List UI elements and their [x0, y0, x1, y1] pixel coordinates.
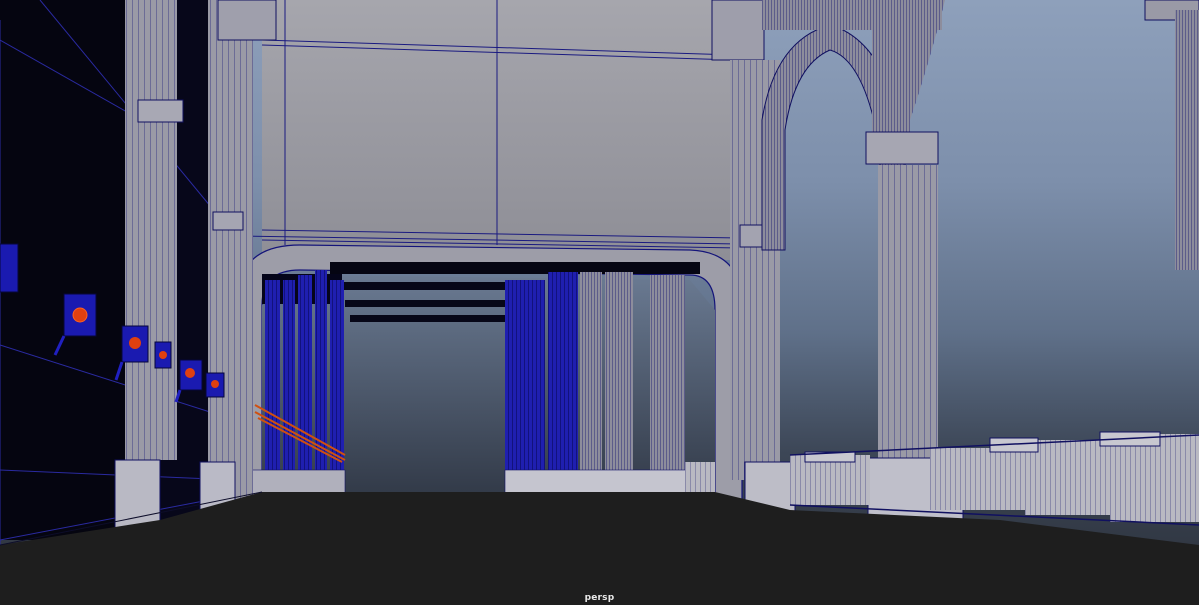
left-column-near — [114, 0, 184, 531]
wireframe-on-shaded-scene — [0, 0, 1199, 605]
tunnel-right-colonnade — [504, 272, 706, 496]
tunnel-opening — [262, 275, 715, 495]
maya-perspective-viewport[interactable]: persp — [0, 0, 1199, 605]
right-column-far-shaft — [1175, 10, 1199, 270]
lantern-3 — [154, 341, 172, 369]
upper-wall-panel — [262, 0, 748, 260]
lantern-5 — [205, 372, 225, 398]
camera-name-label: persp — [584, 593, 615, 603]
